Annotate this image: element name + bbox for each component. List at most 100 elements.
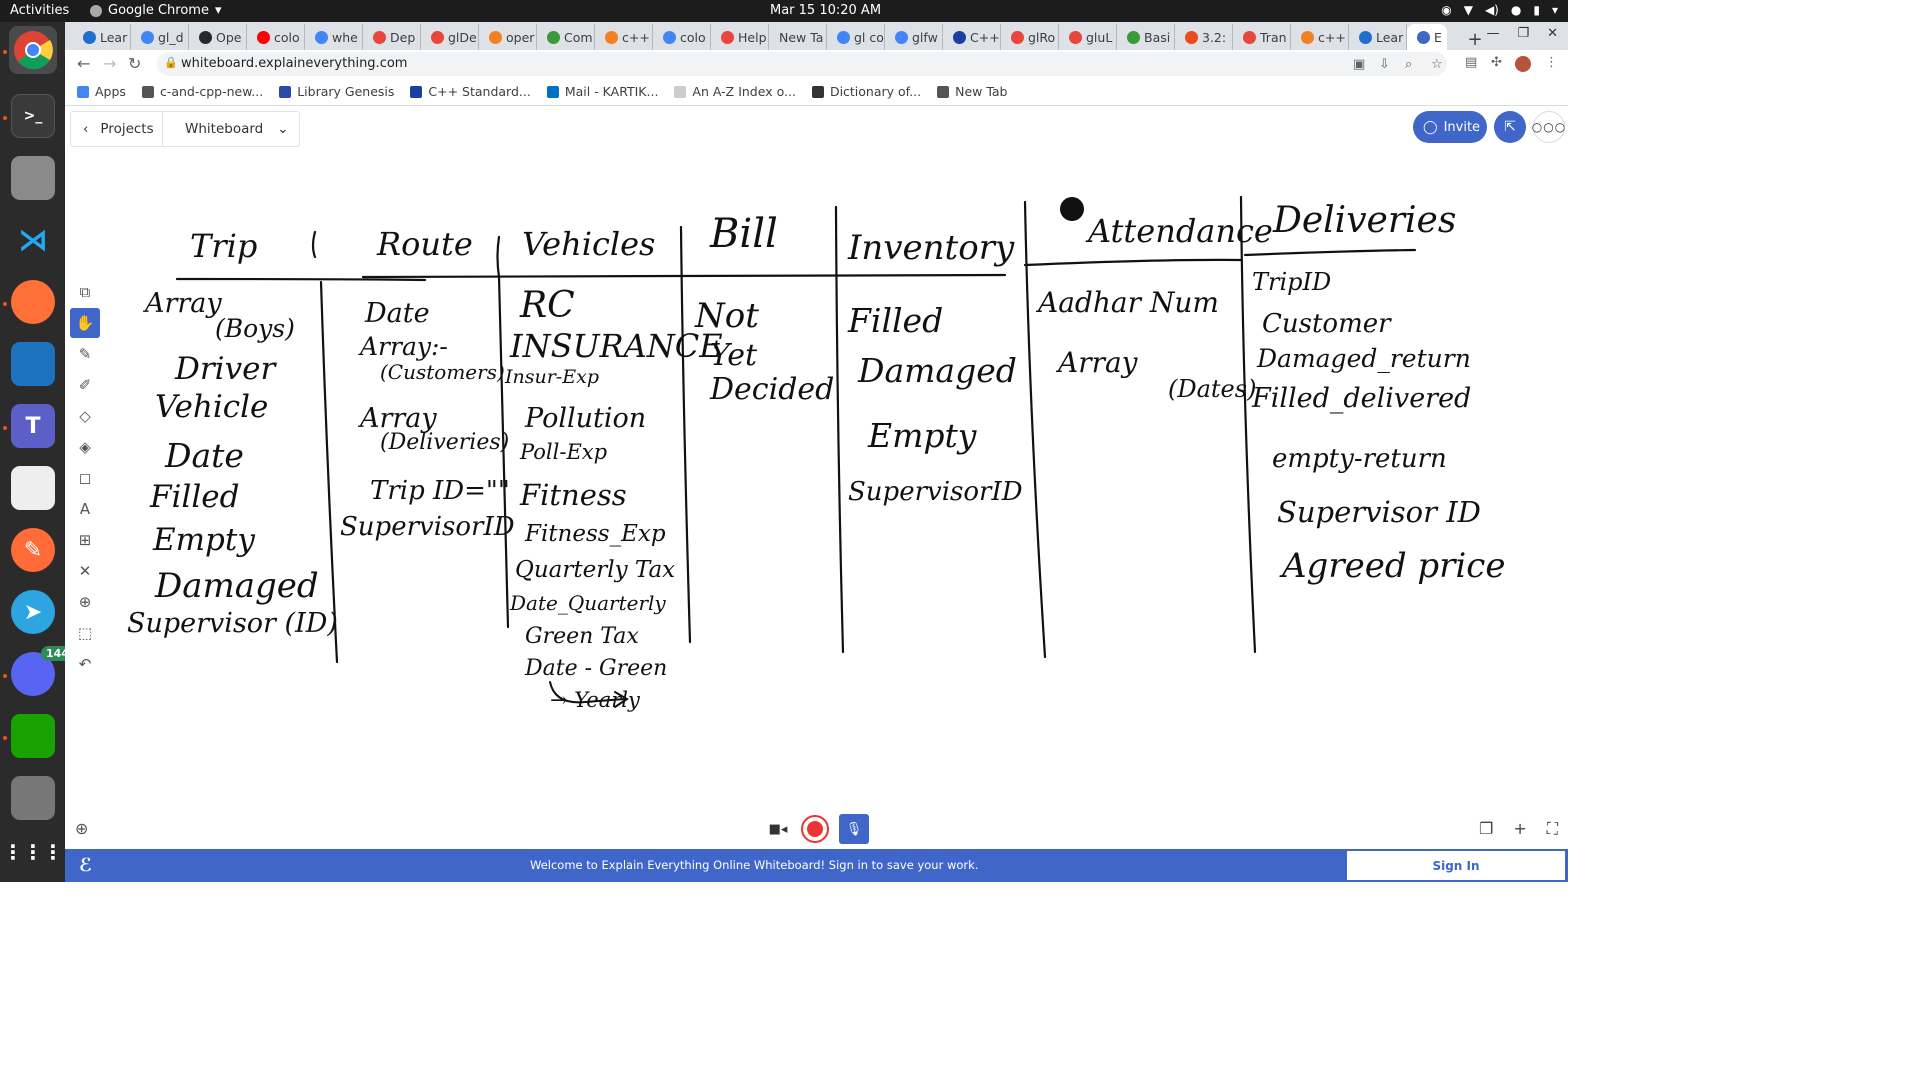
- eraser-tool-icon[interactable]: ◇: [70, 401, 100, 431]
- browser-tab[interactable]: E✕: [1407, 24, 1447, 50]
- browser-tab[interactable]: Ope: [189, 24, 247, 50]
- browser-tab[interactable]: whe: [305, 24, 363, 50]
- highlighter-tool-icon[interactable]: ✐: [70, 370, 100, 400]
- menu-icon[interactable]: ⋮: [1545, 55, 1558, 70]
- browser-tab[interactable]: Basi: [1117, 24, 1175, 50]
- reload-icon[interactable]: ↻: [128, 54, 141, 73]
- laser-tool-icon[interactable]: ⊕: [70, 587, 100, 617]
- browser-tab[interactable]: c++: [1291, 24, 1349, 50]
- pen-tool-icon[interactable]: ✎: [70, 339, 100, 369]
- tab-label: glDe: [448, 29, 477, 45]
- calc-icon[interactable]: [11, 714, 55, 758]
- browser-tab[interactable]: gl_d: [131, 24, 189, 50]
- close-window-icon[interactable]: ✕: [1547, 26, 1558, 41]
- new-tab-button[interactable]: +: [1461, 29, 1489, 50]
- telegram-icon[interactable]: ➤: [11, 590, 55, 634]
- browser-tab[interactable]: colo: [247, 24, 305, 50]
- chrome-launcher-icon[interactable]: [9, 26, 57, 74]
- postman-icon[interactable]: ✎: [11, 528, 55, 572]
- hand-tool-icon[interactable]: ✋: [70, 308, 100, 338]
- record-button[interactable]: [801, 815, 829, 843]
- undo-icon[interactable]: ↶: [70, 649, 100, 679]
- files-icon[interactable]: [11, 156, 55, 200]
- star-icon[interactable]: ☆: [1431, 57, 1443, 72]
- column-item: Decided: [709, 372, 834, 407]
- browser-tab[interactable]: New Ta: [769, 24, 827, 50]
- whiteboard-canvas[interactable]: TripArray(Boys)DriverVehicleDateFilledEm…: [65, 107, 1568, 847]
- browser-tab[interactable]: 3.2:: [1175, 24, 1233, 50]
- camera-blocked-icon[interactable]: ▣: [1353, 57, 1365, 72]
- browser-tab[interactable]: gluL: [1059, 24, 1117, 50]
- tab-label: New Ta: [779, 29, 824, 45]
- browser-tab[interactable]: glDe: [421, 24, 479, 50]
- add-slide-icon[interactable]: +: [1513, 819, 1526, 839]
- insert-tool-icon[interactable]: ⊞: [70, 525, 100, 555]
- terminal-icon[interactable]: >_: [11, 94, 55, 138]
- profile-avatar[interactable]: [1515, 56, 1531, 72]
- browser-tab[interactable]: Lear: [73, 24, 131, 50]
- bookmark-item[interactable]: Library Genesis: [279, 84, 394, 99]
- activities-button[interactable]: Activities: [10, 3, 69, 18]
- firefox-icon[interactable]: [11, 280, 55, 324]
- invite-button[interactable]: ◯ Invite: [1413, 111, 1487, 143]
- zoom-icon[interactable]: ⊕: [75, 819, 88, 838]
- bookmark-item[interactable]: Mail - KARTIK...: [546, 84, 658, 99]
- header-underline: [175, 273, 1007, 282]
- restore-icon[interactable]: ❐: [1517, 26, 1529, 41]
- delete-tool-icon[interactable]: ✕: [70, 556, 100, 586]
- puzzle-icon[interactable]: ✣: [1491, 55, 1502, 70]
- browser-tab[interactable]: Tran: [1233, 24, 1291, 50]
- microphone-button[interactable]: 🎙: [839, 814, 869, 844]
- camera-icon[interactable]: ■◂: [765, 822, 791, 837]
- system-tray[interactable]: ◉ ▼ ◀) ● ▮ ▾: [1441, 3, 1558, 17]
- projects-button[interactable]: ‹ Projects: [71, 112, 163, 146]
- app-menu[interactable]: Google Chrome ▾: [90, 3, 222, 18]
- bookmark-item[interactable]: An A-Z Index o...: [674, 84, 796, 99]
- sign-in-button[interactable]: Sign In: [1347, 851, 1565, 880]
- teams-icon[interactable]: T: [11, 404, 55, 448]
- browser-tab[interactable]: Com: [537, 24, 595, 50]
- install-icon[interactable]: ⇩: [1379, 57, 1390, 72]
- browser-tab[interactable]: colo: [653, 24, 711, 50]
- share-button[interactable]: ⇱: [1494, 111, 1526, 143]
- browser-tab[interactable]: Lear: [1349, 24, 1407, 50]
- zoom-icon[interactable]: ⌕: [1405, 57, 1412, 72]
- bookmark-item[interactable]: Apps: [77, 84, 126, 99]
- browser-tab[interactable]: c++: [595, 24, 653, 50]
- drive-icon[interactable]: [11, 776, 55, 820]
- browser-tab[interactable]: Dep: [363, 24, 421, 50]
- browser-tab[interactable]: C++: [943, 24, 1001, 50]
- browser-tab[interactable]: gl co: [827, 24, 885, 50]
- discord-icon[interactable]: 144: [11, 646, 74, 696]
- bookmark-label: An A-Z Index o...: [692, 84, 796, 99]
- reader-icon[interactable]: [11, 466, 55, 510]
- clock[interactable]: Mar 15 10:20 AM: [770, 3, 881, 18]
- slides-icon[interactable]: ❐: [1479, 819, 1493, 839]
- copy-tool-icon[interactable]: ⧉: [70, 277, 100, 307]
- browser-tab[interactable]: oper: [479, 24, 537, 50]
- bookmark-item[interactable]: C++ Standard...: [410, 84, 531, 99]
- select-tool-icon[interactable]: ⬚: [70, 618, 100, 648]
- browser-tab[interactable]: glfw: [885, 24, 943, 50]
- browser-tab[interactable]: glRo: [1001, 24, 1059, 50]
- address-bar[interactable]: 🔒 whiteboard.explaineverything.com ▣ ⇩ ⌕…: [157, 52, 1447, 76]
- writer-icon[interactable]: [11, 342, 55, 386]
- vscode-icon[interactable]: ⋊: [11, 218, 55, 262]
- bookmark-item[interactable]: New Tab: [937, 84, 1008, 99]
- minimize-icon[interactable]: —: [1486, 26, 1499, 41]
- back-icon[interactable]: ←: [77, 54, 90, 73]
- bookmark-item[interactable]: c-and-cpp-new...: [141, 84, 264, 99]
- more-options-button[interactable]: ○○○: [1532, 111, 1565, 143]
- bookmark-icon: [77, 85, 89, 98]
- browser-tab[interactable]: Help: [711, 24, 769, 50]
- text-tool-icon[interactable]: A: [70, 494, 100, 524]
- bookmark-label: c-and-cpp-new...: [159, 84, 264, 99]
- extension-icon[interactable]: ▤: [1465, 55, 1477, 70]
- bookmark-item[interactable]: Dictionary of...: [811, 84, 921, 99]
- forward-icon[interactable]: →: [103, 54, 116, 73]
- fill-tool-icon[interactable]: ◈: [70, 432, 100, 462]
- shapes-tool-icon[interactable]: ◻: [70, 463, 100, 493]
- whiteboard-dropdown[interactable]: Whiteboard ⌄: [163, 121, 289, 137]
- fullscreen-icon[interactable]: ⛶: [1547, 819, 1558, 839]
- show-apps-icon[interactable]: ⋮⋮⋮: [3, 830, 63, 874]
